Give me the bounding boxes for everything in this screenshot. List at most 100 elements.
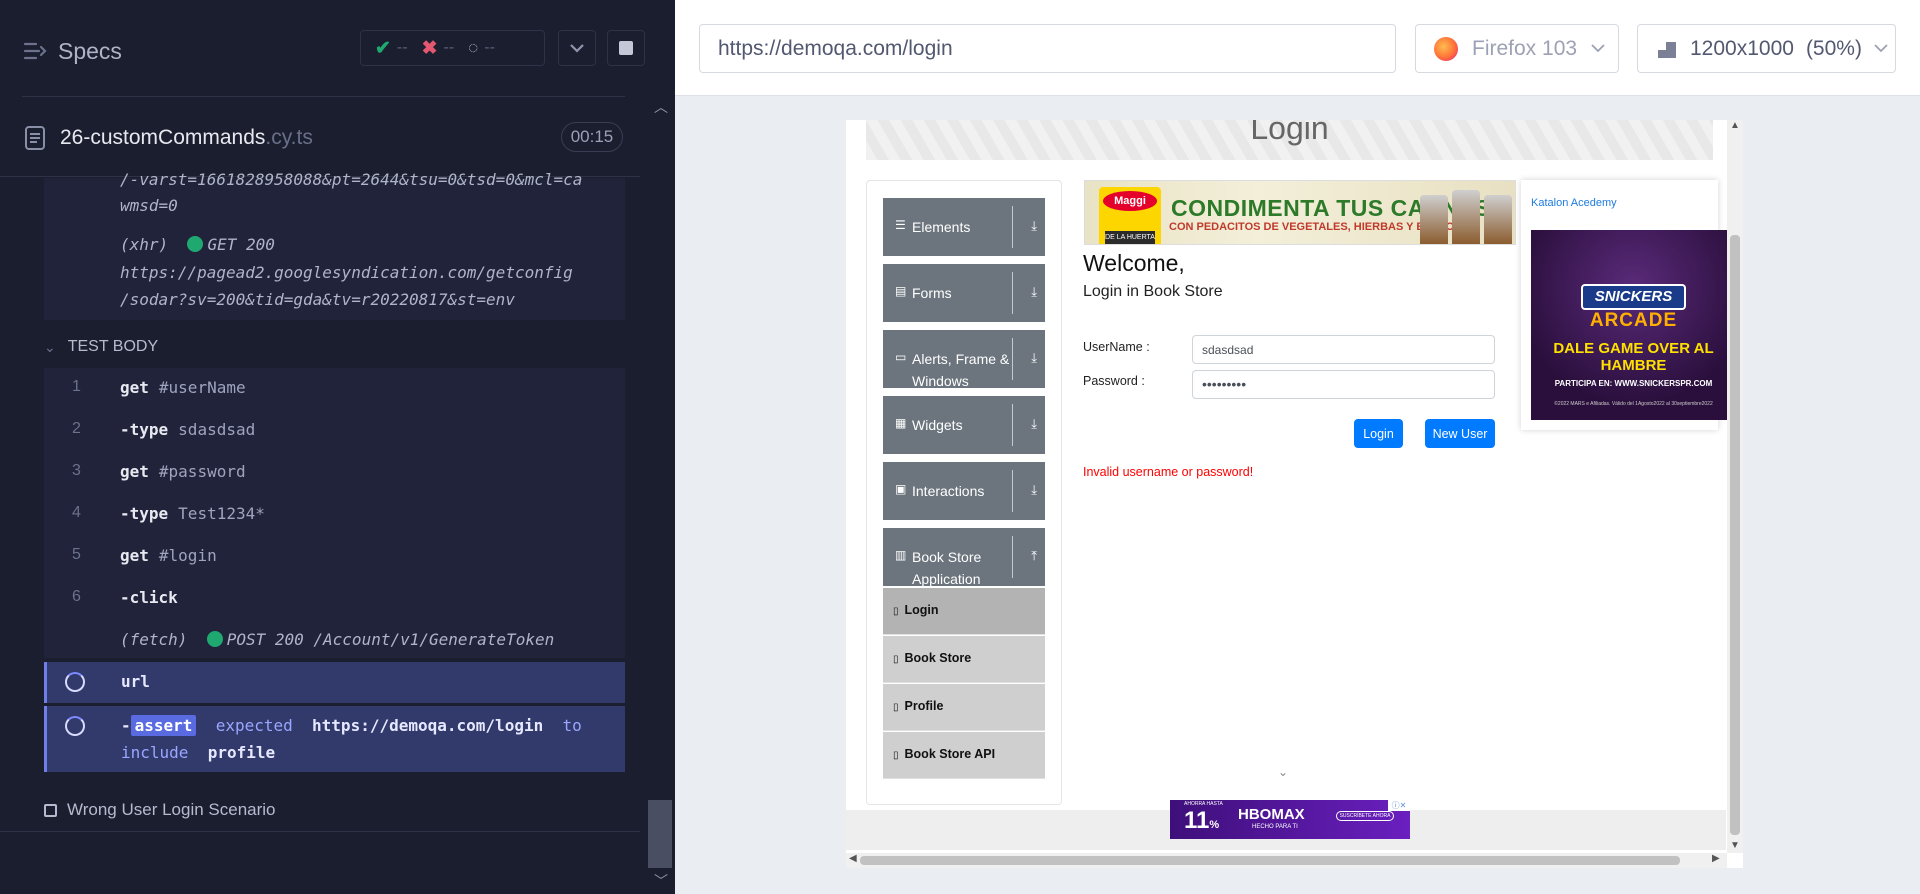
assert-include: include: [121, 743, 189, 762]
hbo-discount: 11%: [1184, 807, 1219, 835]
scroll-down-icon[interactable]: ﹀: [654, 871, 668, 891]
username-field[interactable]: sdasdsad: [1192, 335, 1495, 364]
scrollbar-thumb[interactable]: [648, 800, 672, 868]
pending-assert-command[interactable]: - assert expected https://demoqa.com/logi…: [44, 706, 625, 772]
specs-list-icon[interactable]: [22, 38, 48, 64]
group-label: Widgets: [912, 417, 963, 433]
url-bar[interactable]: https://demoqa.com/login: [699, 24, 1396, 73]
download-icon: ⤓: [1031, 482, 1037, 497]
right-ad-panel: Katalon Acedemy SNICKERS ARCADE DALE GAM…: [1521, 180, 1736, 430]
passed-count: --: [396, 39, 408, 56]
frame-horizontal-scrollbar[interactable]: ◀ ▶: [846, 853, 1727, 868]
sidebar-item-profile[interactable]: ▯ Profile: [883, 684, 1045, 731]
frame-vertical-scrollbar[interactable]: ▲ ▼: [1727, 120, 1743, 853]
new-user-button[interactable]: New User: [1425, 419, 1495, 448]
ad-close-icon[interactable]: ⓘ✕: [1388, 800, 1410, 811]
command-arg: #login: [158, 546, 217, 565]
scroll-up-icon[interactable]: ︿: [654, 97, 668, 117]
spec-file-name[interactable]: 26-customCommands.cy.ts: [60, 126, 313, 150]
sidebar-group-elements[interactable]: ☰ Elements ⤓: [883, 198, 1045, 256]
group-label: Alerts, Frame & Windows: [912, 351, 1010, 389]
previous-log: /-varst=1661828958088&pt=2644&tsu=0&tsd=…: [44, 170, 625, 320]
command-row[interactable]: 4 -type Test1234*: [44, 494, 625, 536]
command-row[interactable]: 5 get #login: [44, 536, 625, 578]
scrollbar-thumb[interactable]: [1730, 235, 1740, 835]
xhr-entry[interactable]: (xhr) GET 200: [120, 235, 275, 254]
browser-selector[interactable]: Firefox 103: [1415, 24, 1619, 73]
command-row[interactable]: 3 get #password: [44, 452, 625, 494]
failed-count: --: [443, 39, 455, 56]
spec-timer: 00:15: [561, 122, 623, 152]
expand-button[interactable]: [558, 30, 596, 66]
chevron-down-icon: ⌄: [1278, 765, 1289, 779]
sidebar-item-login[interactable]: ▯ Login: [883, 588, 1045, 635]
chevron-down-icon: [570, 44, 584, 53]
scroll-down-icon[interactable]: ▼: [1730, 840, 1740, 851]
snickers-ad[interactable]: SNICKERS ARCADE DALE GAME OVER AL HAMBRE…: [1531, 230, 1736, 420]
item-icon: ▯: [893, 702, 899, 713]
command-name: get: [120, 378, 149, 397]
log-line: wmsd=0: [120, 196, 178, 215]
test-body-label: TEST BODY: [67, 338, 159, 355]
group-label: Book Store Application: [912, 549, 982, 587]
item-label: Book Store API: [904, 747, 996, 761]
item-icon: ▯: [893, 606, 899, 617]
test-stats: ✔ -- ✖ -- ◌ --: [360, 30, 545, 66]
xhr-label: (xhr): [120, 235, 169, 254]
scroll-right-icon[interactable]: ▶: [1712, 853, 1720, 864]
password-field[interactable]: •••••••••: [1192, 370, 1495, 399]
sidebar-group-forms[interactable]: ▤ Forms ⤓: [883, 264, 1045, 322]
specs-label[interactable]: Specs: [58, 38, 122, 65]
sidebar-group-alerts[interactable]: ▭ Alerts, Frame & Windows ⤓: [883, 330, 1045, 389]
snickers-fineprint: ©2022 MARS e Afiliadas. Válido del 1Agos…: [1554, 401, 1713, 407]
scroll-left-icon[interactable]: ◀: [849, 853, 857, 864]
x-icon: ✖: [421, 37, 438, 59]
left-sidebar: ☰ Elements ⤓ ▤ Forms ⤓ ▭ Alerts, Frame &…: [866, 180, 1062, 805]
group-separator: [1012, 338, 1013, 380]
chevron-down-icon: [1874, 44, 1888, 53]
assert-to: to: [562, 716, 582, 735]
xhr-url: /sodar?sv=200&tid=gda&tv=r20220817&st=en…: [120, 290, 515, 309]
command-row[interactable]: 6 -click: [44, 578, 625, 620]
hbo-max-ad[interactable]: AHORRA HASTA 11% HBOMAX HECHO PARA TI SU…: [1170, 800, 1410, 839]
reporter-scrollbar[interactable]: ︿ ﹀: [648, 97, 672, 894]
fetch-entry[interactable]: (fetch) POST 200 /Account/v1/GenerateTok…: [120, 630, 554, 649]
pending-count: --: [484, 39, 495, 56]
scrollbar-thumb[interactable]: [860, 856, 1680, 865]
group-separator: [1012, 470, 1013, 512]
sidebar-group-bookstore[interactable]: ▥ Book Store Application ⤒: [883, 528, 1045, 587]
assert-line-2: include profile: [121, 743, 275, 762]
snickers-brand: SNICKERS: [1581, 284, 1686, 310]
item-label: Book Store: [904, 651, 972, 665]
login-button[interactable]: Login: [1354, 419, 1403, 448]
katalon-link[interactable]: Katalon Acedemy: [1531, 197, 1617, 209]
maggi-ad-banner[interactable]: Maggi DE LA HUERTA CONDIMENTA TUS CARNES…: [1084, 180, 1516, 245]
sidebar-group-widgets[interactable]: ▦ Widgets ⤓: [883, 396, 1045, 454]
welcome-heading: Welcome,: [1083, 250, 1185, 276]
command-name: -type: [120, 504, 169, 523]
command-number: 1: [72, 378, 81, 395]
item-label: Login: [904, 603, 939, 617]
loading-spinner-icon: [65, 672, 85, 692]
header-divider: [22, 96, 625, 97]
test-item[interactable]: Wrong User Login Scenario: [44, 800, 276, 820]
group-separator: [1012, 404, 1013, 446]
stop-button[interactable]: [607, 30, 645, 66]
viewport-info[interactable]: 1200x1000 (50%): [1637, 24, 1896, 73]
command-row[interactable]: 1 get #userName: [44, 368, 625, 410]
scroll-up-icon[interactable]: ▲: [1730, 120, 1740, 131]
download-icon: ⤓: [1031, 284, 1037, 299]
stop-icon: [619, 41, 633, 55]
xhr-url: https://pagead2.googlesyndication.com/ge…: [120, 263, 573, 282]
grid-icon: ▦: [895, 416, 907, 430]
sidebar-item-book-store-api[interactable]: ▯ Book Store API: [883, 732, 1045, 779]
command-row[interactable]: 2 -type sdasdsad: [44, 410, 625, 452]
pending-url-command[interactable]: url: [44, 662, 625, 703]
test-body-header[interactable]: ⌄ TEST BODY: [44, 338, 158, 356]
sidebar-item-book-store[interactable]: ▯ Book Store: [883, 636, 1045, 683]
assert-prefix: -: [121, 716, 131, 735]
command-name: url: [121, 672, 150, 691]
sidebar-group-interactions[interactable]: ▣ Interactions ⤓: [883, 462, 1045, 520]
command-number: 3: [72, 462, 81, 479]
aut-iframe: Login ☰ Elements ⤓ ▤ Forms ⤓ ▭ Alerts, F…: [846, 120, 1743, 868]
